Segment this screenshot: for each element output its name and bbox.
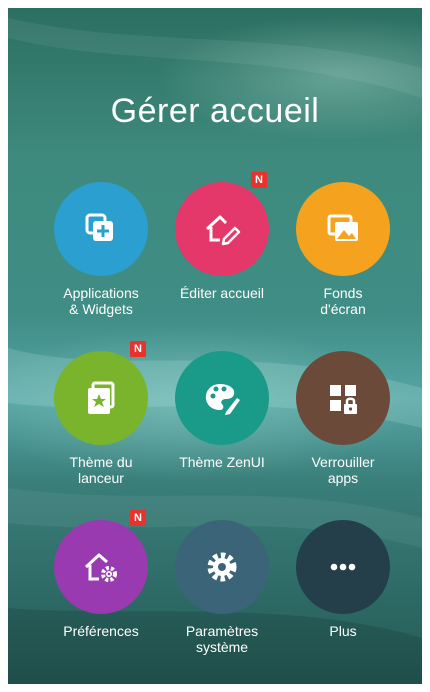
preferences-button[interactable]: N Préférences	[41, 510, 161, 670]
new-badge: N	[251, 172, 267, 188]
applications-widgets-label: Applications & Widgets	[63, 285, 139, 317]
lock-apps-icon	[330, 385, 357, 414]
zenui-theme-circle[interactable]	[175, 351, 269, 445]
more-button[interactable]: Plus	[283, 520, 403, 670]
new-badge: N	[130, 510, 146, 526]
applications-widgets-button[interactable]: Applications & Widgets	[41, 182, 161, 332]
system-settings-button[interactable]: Paramètres système	[162, 520, 282, 670]
home-manager-screen: Gérer accueil Applications & Widgets N É…	[8, 8, 422, 684]
wallpaper-icon	[327, 214, 358, 241]
lock-apps-circle[interactable]	[296, 351, 390, 445]
new-badge: N	[130, 341, 146, 357]
lock-apps-button[interactable]: Verrouiller apps	[283, 351, 403, 501]
edit-home-circle[interactable]	[175, 182, 269, 276]
edit-home-icon	[205, 215, 241, 246]
gear-icon	[207, 552, 237, 582]
preferences-label: Préférences	[63, 623, 139, 639]
more-icon	[330, 563, 356, 571]
home-settings-icon	[84, 553, 117, 582]
edit-home-label: Éditer accueil	[179, 285, 265, 301]
more-label: Plus	[329, 623, 357, 639]
zenui-theme-button[interactable]: Thème ZenUI	[162, 351, 282, 501]
edit-home-button[interactable]: N Éditer accueil	[162, 172, 282, 332]
wallpapers-button[interactable]: Fonds d'écran	[283, 182, 403, 332]
wallpapers-label: Fonds d'écran	[320, 285, 366, 317]
more-circle[interactable]	[296, 520, 390, 614]
applications-widgets-circle[interactable]	[54, 182, 148, 276]
launcher-theme-icon	[88, 381, 115, 414]
system-settings-label: Paramètres système	[185, 623, 259, 655]
wallpapers-circle[interactable]	[296, 182, 390, 276]
palette-icon	[205, 384, 240, 415]
zenui-theme-label: Thème ZenUI	[179, 454, 265, 470]
lock-apps-label: Verrouiller apps	[311, 454, 375, 486]
launcher-theme-button[interactable]: N Thème du lanceur	[41, 341, 161, 501]
launcher-theme-label: Thème du lanceur	[69, 454, 133, 486]
page-title: Gérer accueil	[110, 92, 320, 130]
add-widget-icon	[85, 213, 113, 241]
launcher-theme-circle[interactable]	[54, 351, 148, 445]
system-settings-circle[interactable]	[175, 520, 269, 614]
preferences-circle[interactable]	[54, 520, 148, 614]
